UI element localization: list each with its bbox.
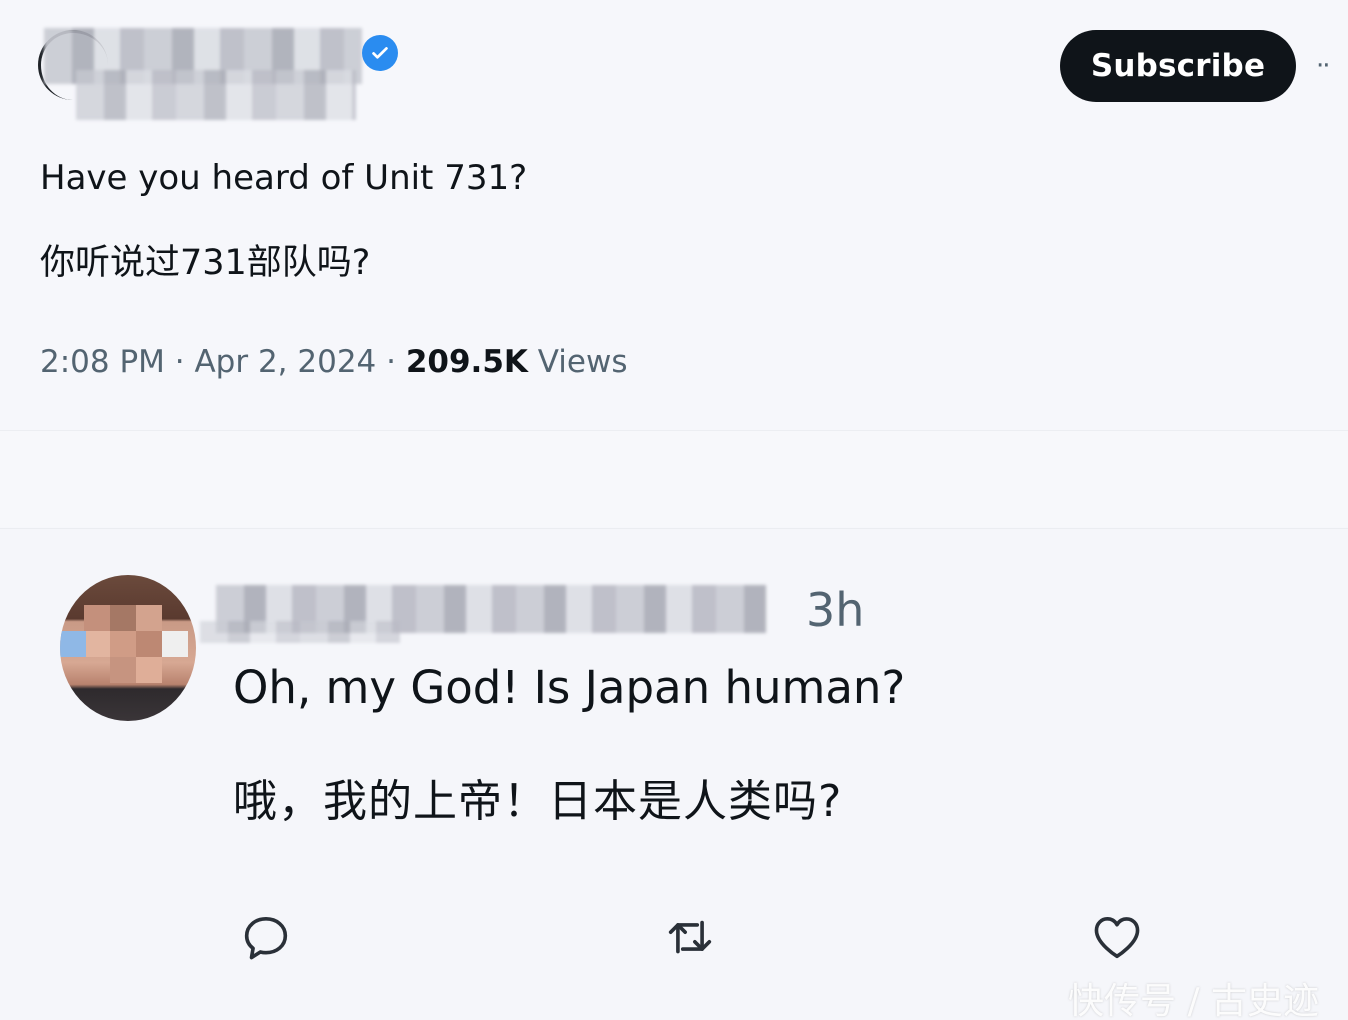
watermark: 快传号 / 古史迹 [1068,981,1320,1020]
reply-text-english: Oh, my God! Is Japan human? [233,661,906,714]
more-options-icon[interactable]: ·· [1316,50,1348,82]
reply-text-chinese: 哦，我的上帝！日本是人类吗? [233,776,843,827]
reply-bubble-icon[interactable] [236,907,296,967]
verified-check-icon [362,35,398,71]
author-handle-redacted [76,70,356,120]
reply-tweet[interactable]: 3h Oh, my God! Is Japan human? 哦，我的上帝！日本… [0,528,1348,1020]
subscribe-button[interactable]: Subscribe [1060,30,1296,102]
tweet-actions-area [0,431,1348,527]
main-tweet: Subscribe ·· Have you heard of Unit 731?… [0,0,1348,430]
tweet-meta: 2:08 PM · Apr 2, 2024 · 209.5K Views [40,344,628,380]
heart-icon[interactable] [1087,907,1147,967]
views-label: Views [527,344,628,380]
views-count: 209.5K [405,344,528,380]
page: Subscribe ·· Have you heard of Unit 731?… [0,0,1348,1020]
reply-time[interactable]: 3h [806,583,864,637]
tweet-text-chinese: 你听说过731部队吗? [40,243,371,283]
reply-avatar[interactable] [60,575,196,721]
retweet-icon[interactable] [660,907,720,967]
reply-author-handle-redacted [200,621,400,643]
tweet-timestamp[interactable]: 2:08 PM · Apr 2, 2024 · [40,344,406,380]
tweet-text-english: Have you heard of Unit 731? [40,158,528,198]
